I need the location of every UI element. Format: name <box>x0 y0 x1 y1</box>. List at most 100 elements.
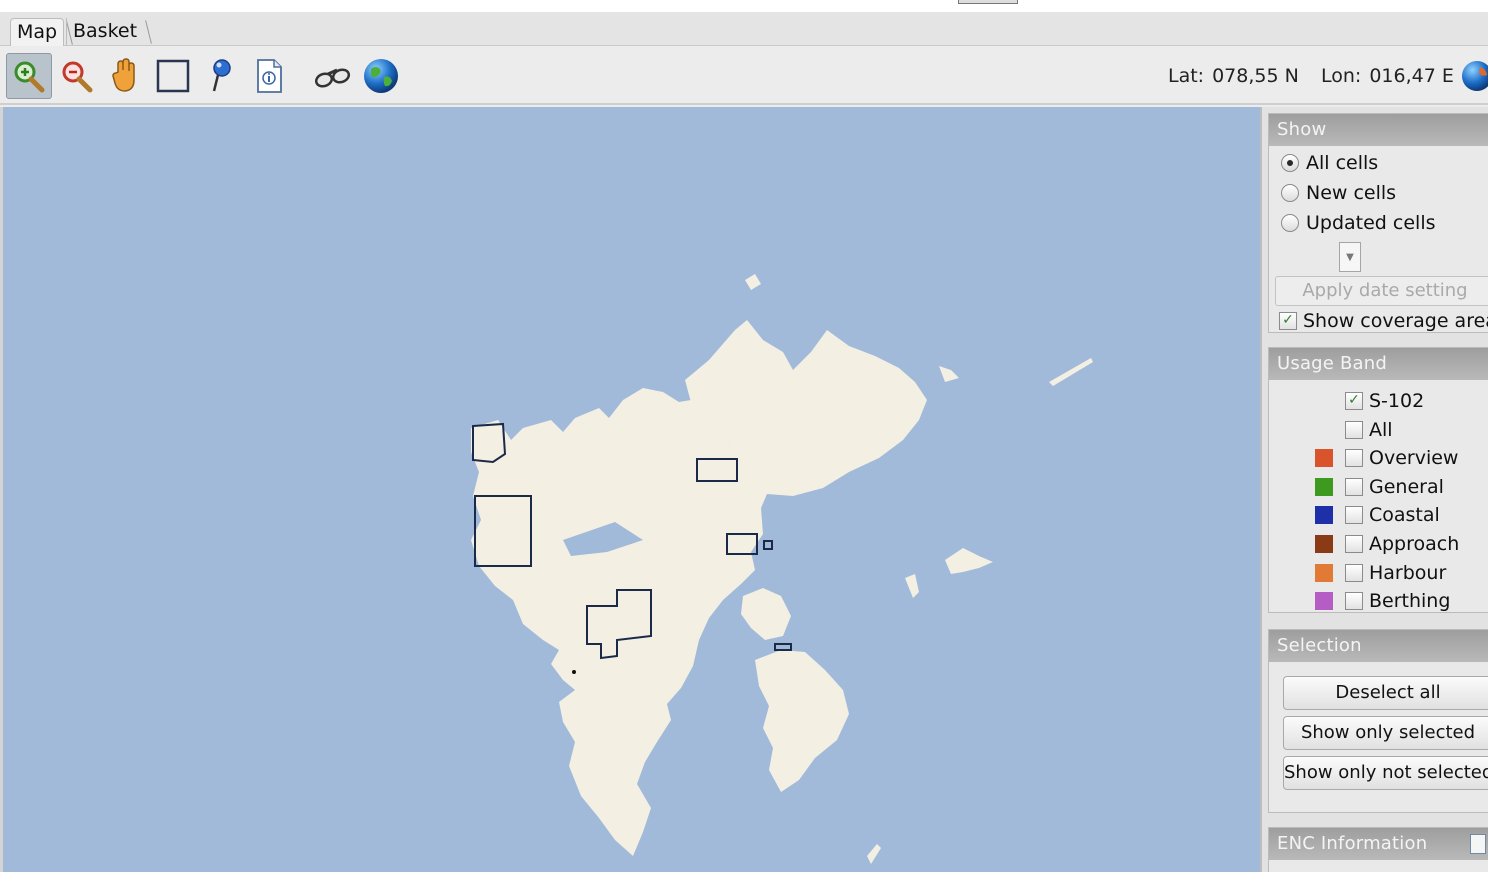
checkbox-label: General <box>1369 475 1444 498</box>
selection-section: Selection Deselect all Show only selecte… <box>1268 629 1488 813</box>
edgeoya-landmass <box>755 650 849 792</box>
globe-icon <box>364 59 398 93</box>
checkbox-label: S-102 <box>1369 390 1425 412</box>
usage-band-item-berthing[interactable]: Berthing <box>1315 588 1450 614</box>
info-document-button[interactable] <box>246 53 292 99</box>
checkbox[interactable]: ✓ <box>1279 312 1297 330</box>
show-coverage-areas-checkbox[interactable]: ✓ Show coverage areas <box>1279 308 1488 334</box>
radio-new-cells[interactable]: New cells <box>1281 180 1396 206</box>
radio-label: New cells <box>1306 182 1397 204</box>
longitude-label: Lon: <box>1321 65 1362 87</box>
pan-hand-icon <box>112 58 135 92</box>
kvitoya-island <box>1049 358 1093 386</box>
radio-button[interactable] <box>1281 184 1299 202</box>
checkbox-label: Berthing <box>1369 590 1451 613</box>
checkbox[interactable] <box>1345 535 1363 553</box>
usage-band-section-header: Usage Band <box>1269 348 1488 380</box>
radio-button[interactable] <box>1281 154 1299 172</box>
usage-band-color-swatch <box>1315 421 1333 439</box>
show-only-not-selected-button[interactable]: Show only not selected <box>1283 756 1488 790</box>
top-strip <box>0 0 1488 12</box>
radio-label: Updated cells <box>1306 212 1436 234</box>
checkbox-label: Harbour <box>1369 561 1447 584</box>
svalbard-map[interactable] <box>3 107 1260 872</box>
latitude-label: Lat: <box>1168 65 1205 87</box>
checkbox-label: Approach <box>1369 533 1460 555</box>
usage-band-item-approach[interactable]: Approach <box>1315 531 1459 557</box>
pin-icon <box>212 59 231 92</box>
radio-button[interactable] <box>1281 214 1299 232</box>
usage-band-item-s-102[interactable]: ✓ S-102 <box>1315 388 1424 414</box>
checkbox[interactable] <box>1345 592 1363 611</box>
usage-band-item-coastal[interactable]: Coastal <box>1315 502 1440 528</box>
checkbox-label: Coastal <box>1369 504 1440 527</box>
usage-band-item-general[interactable]: General <box>1315 474 1444 500</box>
radio-all-cells[interactable]: All cells <box>1281 150 1378 176</box>
usage-band-item-all[interactable]: All <box>1315 417 1393 443</box>
pan-button[interactable] <box>102 53 148 99</box>
radio-updated-cells[interactable]: Updated cells <box>1281 210 1436 236</box>
map-canvas[interactable] <box>0 107 1260 872</box>
toolbar: Lat: 078,55 N Lon: 016,47 E <box>0 47 1488 105</box>
islet-ne <box>939 366 959 382</box>
date-spinner[interactable]: ▼ <box>1339 242 1361 272</box>
document-icon[interactable] <box>1470 834 1486 854</box>
checkbox-label: Overview <box>1369 447 1459 470</box>
binoculars-button[interactable] <box>310 53 356 99</box>
zoom-in-button[interactable] <box>6 53 52 99</box>
checkbox[interactable] <box>1345 563 1363 582</box>
enc-information-section-header: ENC Information <box>1269 828 1488 860</box>
info-document-icon <box>257 59 282 93</box>
small-island-east <box>905 574 919 598</box>
checkbox[interactable] <box>1345 449 1363 468</box>
selection-section-header: Selection <box>1269 630 1488 662</box>
globe-status-icon <box>1462 61 1488 91</box>
globe-button[interactable] <box>358 53 404 99</box>
pin-button[interactable] <box>198 53 244 99</box>
zoom-out-button[interactable] <box>54 53 100 99</box>
zoom-out-icon <box>62 61 93 93</box>
usage-band-color-swatch <box>1315 506 1333 525</box>
usage-band-item-harbour[interactable]: Harbour <box>1315 560 1446 586</box>
checkbox-label: Show coverage areas <box>1303 310 1488 332</box>
usage-band-color-swatch <box>1315 392 1333 410</box>
show-section-header: Show <box>1269 114 1488 146</box>
longitude-value: 016,47 E <box>1369 65 1454 87</box>
rectangle-select-button[interactable] <box>150 53 196 99</box>
usage-band-section: Usage Band ✓ S-102 All Overview General Coast… <box>1268 347 1488 613</box>
checkbox[interactable] <box>1345 420 1363 439</box>
checkbox-label: All <box>1369 418 1393 441</box>
checkbox[interactable] <box>1345 477 1363 496</box>
usage-band-color-swatch <box>1315 563 1333 582</box>
apply-date-setting-button[interactable]: Apply date setting <box>1275 276 1488 306</box>
tab-basket[interactable]: Basket <box>66 18 143 46</box>
checkbox[interactable] <box>1345 506 1363 525</box>
deselect-all-button[interactable]: Deselect all <box>1283 676 1488 710</box>
usage-band-color-swatch <box>1315 592 1333 611</box>
south-islet <box>867 844 881 864</box>
longitude-readout: Lon: 016,47 E <box>1321 65 1454 87</box>
show-only-selected-button[interactable]: Show only selected <box>1283 716 1488 750</box>
rectangle-select-icon <box>156 59 190 93</box>
tab-map[interactable]: Map <box>10 18 65 46</box>
barentsoya-landmass <box>741 588 791 640</box>
latitude-value: 078,55 N <box>1212 65 1299 87</box>
radio-label: All cells <box>1306 152 1379 174</box>
binoculars-icon <box>314 68 351 88</box>
usage-band-color-swatch <box>1315 477 1333 496</box>
enc-information-section: ENC Information <box>1268 827 1488 872</box>
enc-information-title: ENC Information <box>1277 833 1428 854</box>
usage-band-color-swatch <box>1315 535 1333 553</box>
latitude-readout: Lat: 078,55 N <box>1168 65 1299 87</box>
usage-band-item-overview[interactable]: Overview <box>1315 445 1458 471</box>
show-section: Show All cells New cells Updated cells ▼… <box>1268 113 1488 333</box>
right-panel: Show All cells New cells Updated cells ▼… <box>1260 107 1488 872</box>
zoom-in-icon <box>14 61 45 93</box>
tab-bar: Map Basket <box>0 12 1488 46</box>
north-islet <box>745 274 761 290</box>
globe-status-button[interactable] <box>1460 59 1488 97</box>
checkbox[interactable]: ✓ <box>1345 392 1363 410</box>
coverage-area[interactable] <box>774 643 792 651</box>
coverage-area[interactable] <box>763 540 773 550</box>
window-handle[interactable] <box>958 0 1018 4</box>
